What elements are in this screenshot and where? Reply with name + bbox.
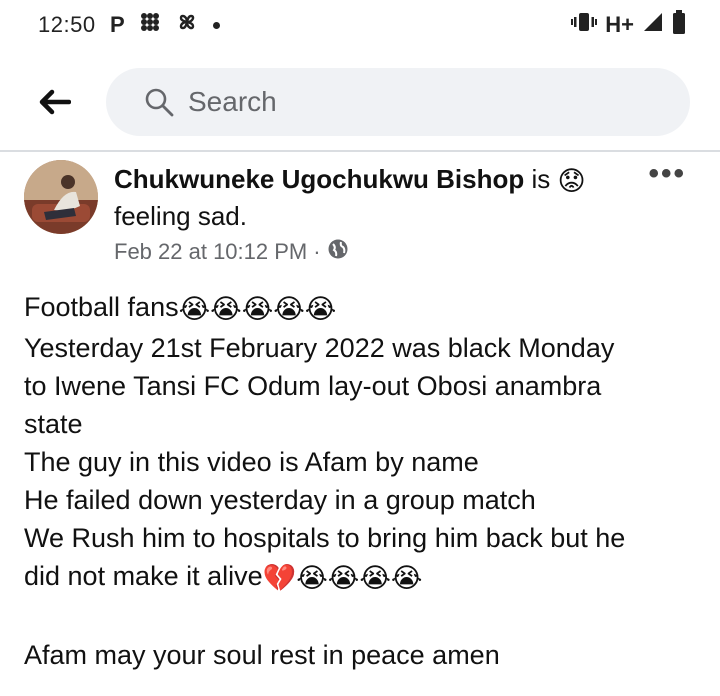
more-icon: ••• (648, 157, 686, 190)
post-line: The guy in this video is Afam by name (24, 447, 479, 477)
post-line: We Rush him to hospitals to bring him ba… (24, 523, 626, 553)
activity-prefix: is (531, 164, 551, 194)
post-line: did not make it alive💔😭😭😭😭 (24, 557, 696, 598)
post-line: Football fans😭😭😭😭😭 (24, 288, 696, 329)
crying-face-icon: 😭😭😭😭😭 (178, 294, 337, 325)
activity-text: feeling sad. (114, 201, 247, 231)
dot-icon (212, 21, 220, 29)
back-button[interactable] (34, 84, 74, 124)
meta-separator: · (313, 239, 321, 264)
post-meta: Feb 22 at 10:12 PM · (114, 238, 349, 266)
grid-icon (139, 11, 161, 39)
post-body: Football fans😭😭😭😭😭 Yesterday 21st Februa… (24, 288, 696, 674)
post-line: to Iwene Tansi FC Odum lay-out Obosi ana… (24, 371, 602, 401)
status-time: 12:50 (38, 12, 96, 37)
post-blank-line (24, 598, 696, 636)
feeling-sad-icon: 😟 (557, 166, 586, 197)
broken-heart-crying-icon: 💔😭😭😭😭 (262, 563, 423, 594)
signal-icon (642, 11, 664, 39)
post-line: Afam may your soul rest in peace amen (24, 640, 500, 670)
arrow-left-icon (37, 89, 72, 120)
post-line: state (24, 409, 83, 439)
avatar[interactable] (24, 160, 98, 234)
pinwheel-icon (175, 10, 199, 40)
search-header (0, 62, 720, 146)
globe-icon[interactable] (327, 238, 349, 266)
battery-icon (672, 10, 686, 40)
p-icon: P (110, 12, 125, 37)
search-bar[interactable] (106, 68, 690, 136)
author-name[interactable]: Chukwuneke Ugochukwu Bishop (114, 164, 524, 194)
status-bar: 12:50 P H+ (0, 0, 720, 52)
more-options-button[interactable]: ••• (648, 159, 686, 189)
post-author-line: Chukwuneke Ugochukwu Bishop is 😟 feeling… (114, 162, 634, 233)
search-input[interactable] (186, 85, 650, 119)
post-header: Chukwuneke Ugochukwu Bishop is 😟 feeling… (0, 152, 720, 272)
system-icons: H+ (571, 10, 686, 40)
post-line: Yesterday 21st February 2022 was black M… (24, 333, 615, 363)
post-timestamp[interactable]: Feb 22 at 10:12 PM (114, 239, 307, 265)
vibrate-icon (571, 11, 598, 39)
search-icon (144, 87, 174, 117)
network-icon: H+ (605, 12, 634, 37)
post-line: He failed down yesterday in a group matc… (24, 485, 536, 515)
notification-icons: P (110, 10, 220, 40)
